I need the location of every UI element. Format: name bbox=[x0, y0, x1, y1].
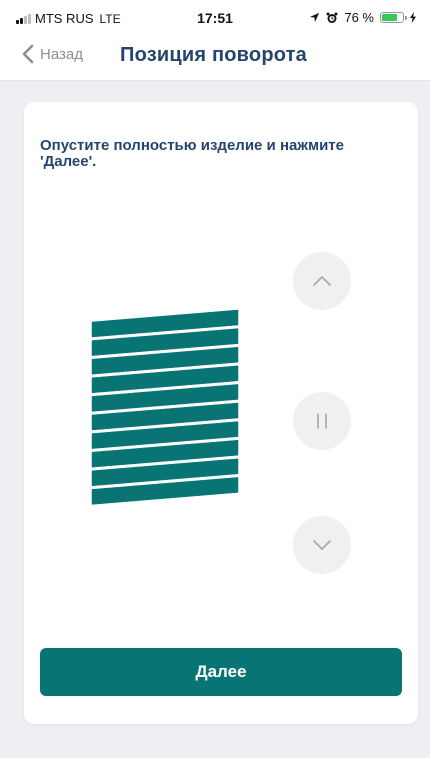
stop-button[interactable] bbox=[293, 392, 351, 450]
battery-icon bbox=[380, 12, 407, 23]
pause-icon bbox=[317, 413, 327, 429]
instruction-text: Опустите полностью изделие и нажмите 'Да… bbox=[40, 137, 344, 170]
back-label: Назад bbox=[40, 45, 83, 63]
chevron-down-icon bbox=[313, 540, 331, 550]
location-icon bbox=[310, 12, 320, 23]
status-bar: MTS RUS LTE 17:51 76 % bbox=[0, 0, 430, 34]
battery-percent: 76 % bbox=[344, 10, 374, 25]
raise-button[interactable] bbox=[293, 252, 351, 310]
next-button[interactable]: Далее bbox=[40, 648, 402, 696]
charging-icon bbox=[410, 12, 416, 23]
page-title: Позиция поворота bbox=[120, 44, 307, 66]
blind-illustration bbox=[91, 309, 239, 505]
lower-button[interactable] bbox=[293, 516, 351, 574]
chevron-left-icon bbox=[22, 44, 34, 64]
instruction-card: Опустите полностью изделие и нажмите 'Да… bbox=[24, 102, 418, 724]
status-right: 76 % bbox=[309, 10, 416, 25]
nav-bar: Назад Позиция поворота bbox=[0, 34, 430, 81]
back-button[interactable]: Назад bbox=[22, 44, 83, 64]
chevron-up-icon bbox=[313, 276, 331, 286]
alarm-icon bbox=[326, 12, 338, 23]
